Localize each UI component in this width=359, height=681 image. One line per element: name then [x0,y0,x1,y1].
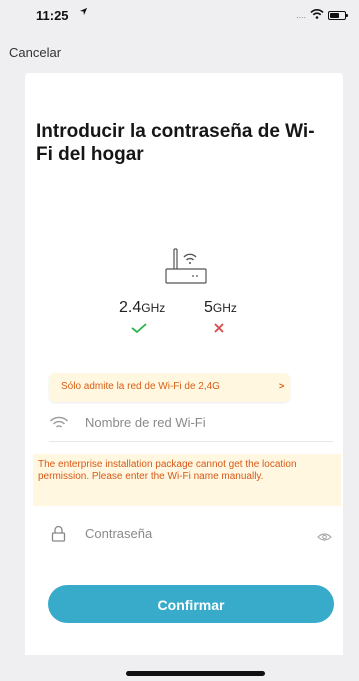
wifi-icon [310,6,324,24]
location-arrow-icon [79,7,88,19]
confirm-button[interactable]: Confirmar [48,585,334,623]
location-permission-warning: The enterprise installation package cann… [33,454,341,506]
lock-icon [51,525,66,542]
signal-dots: .... [295,10,306,20]
home-indicator [126,671,265,676]
chevron-right-icon: > [279,381,285,391]
battery-icon [328,10,348,20]
wifi-name-row[interactable] [49,406,333,442]
band-2-4ghz-label: 2.4 [119,299,142,316]
wifi-setup-card: Introducir la contraseña de Wi-Fi del ho… [25,73,343,655]
status-right: .... [295,6,348,24]
tooltip-text: Sólo admite la red de Wi-Fi de 2,4G [61,381,220,392]
band-indicators: 2.4GHz 5GHz [119,299,249,339]
band-5ghz: 5GHz [204,299,237,317]
band-2-4ghz-unit: GHz [141,301,166,315]
band-5ghz-unit: GHz [212,301,237,315]
password-row[interactable] [49,517,333,552]
wifi-icon [49,416,69,430]
band-2-4ghz: 2.4GHz [119,299,165,317]
band-5ghz-label: 5 [204,299,213,316]
wifi-name-input[interactable] [85,415,325,430]
status-bar: 11:25 .... [0,0,359,30]
status-time: 11:25 [36,8,69,23]
eye-icon[interactable] [317,529,332,541]
password-input[interactable] [85,526,285,541]
router-icon [162,245,210,289]
page-title: Introducir la contraseña de Wi-Fi del ho… [36,121,315,165]
band-support-tooltip[interactable]: Sólo admite la red de Wi-Fi de 2,4G > [49,373,290,402]
check-icon [129,321,149,335]
cross-icon [212,321,232,335]
cancel-button[interactable]: Cancelar [9,45,61,60]
